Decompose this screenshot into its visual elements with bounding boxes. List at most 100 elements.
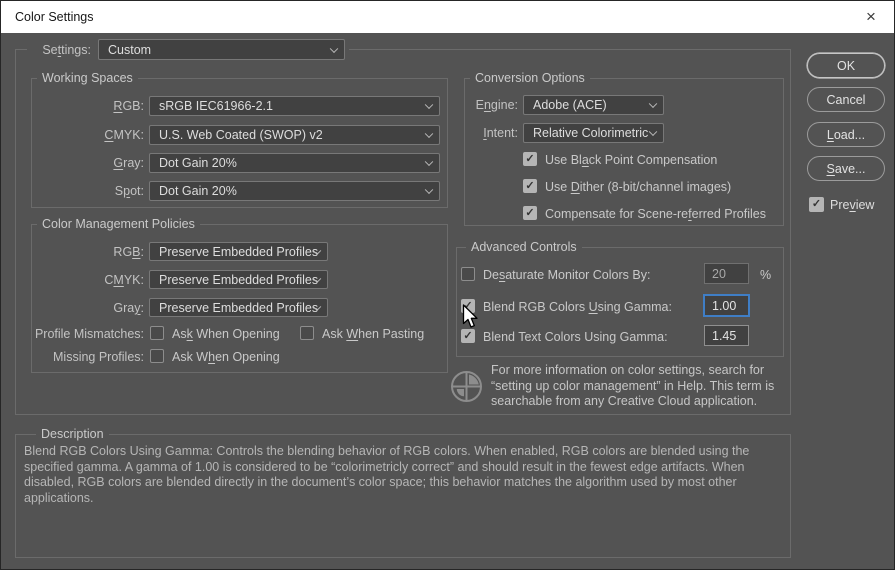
help-info-text: For more information on color settings, … — [491, 363, 775, 408]
intent-label: Intent: — [483, 126, 518, 140]
description-text: Blend RGB Colors Using Gamma: Controls t… — [24, 444, 750, 505]
missing-ask-when-opening-checkbox[interactable] — [150, 349, 164, 363]
blend-rgb-gamma-field[interactable]: 1.00 — [704, 295, 749, 316]
desaturate-monitor-label[interactable]: Desaturate Monitor Colors By: — [483, 267, 650, 283]
working-spaces-group: Working Spaces RGB: sRGB IEC61966-2.1 CM… — [31, 70, 448, 208]
desaturate-percent-field[interactable]: 20 — [704, 263, 749, 284]
missing-ask-when-opening-label[interactable]: Ask When Opening — [172, 349, 280, 365]
chevron-down-icon — [424, 129, 434, 139]
profile-mismatches-label: Profile Mismatches: — [34, 327, 144, 341]
engine-value: Adobe (ACE) — [533, 98, 607, 112]
check-icon: ✓ — [525, 152, 535, 165]
scene-referred-profiles-checkbox[interactable]: ✓ — [523, 206, 537, 220]
conversion-options-group: Conversion Options Engine: Adobe (ACE) I… — [464, 70, 784, 226]
policies-legend: Color Management Policies — [37, 216, 200, 232]
close-icon: × — [866, 7, 876, 26]
dialog-body: Settings: Custom Working Spaces RGB: sRG… — [1, 33, 894, 569]
cmp-gray-label: Gray: — [113, 301, 144, 315]
blend-rgb-gamma-checkbox[interactable]: ✓ — [461, 299, 475, 313]
save-button-label: Save... — [826, 161, 866, 176]
blend-text-gamma-value: 1.45 — [712, 328, 737, 343]
check-icon: ✓ — [463, 299, 473, 312]
black-point-compensation-checkbox[interactable]: ✓ — [523, 152, 537, 166]
ws-spot-label: Spot: — [114, 184, 144, 198]
use-dither-checkbox[interactable]: ✓ — [523, 179, 537, 193]
settings-row: Settings: Custom — [27, 37, 349, 63]
ask-when-opening-label[interactable]: Ask When Opening — [172, 326, 280, 342]
cancel-button[interactable]: Cancel — [807, 87, 885, 112]
cmp-cmyk-dropdown[interactable]: Preserve Embedded Profiles — [149, 270, 328, 289]
ws-gray-dropdown[interactable]: Dot Gain 20% — [149, 153, 440, 173]
cmp-rgb-label: RGB: — [113, 245, 144, 259]
cmp-cmyk-label: CMYK: — [104, 273, 144, 287]
blend-rgb-gamma-label[interactable]: Blend RGB Colors Using Gamma: — [483, 299, 672, 315]
preview-checkbox[interactable]: ✓ — [809, 197, 824, 212]
chevron-down-icon — [648, 99, 658, 109]
check-icon: ✓ — [525, 179, 535, 192]
ok-button-label: OK — [836, 58, 856, 73]
conversion-options-legend: Conversion Options — [470, 70, 590, 86]
ask-when-opening-checkbox[interactable] — [150, 326, 164, 340]
cmp-cmyk-value: Preserve Embedded Profiles — [159, 272, 319, 287]
ok-button[interactable]: OK — [807, 53, 885, 78]
intent-value: Relative Colorimetric — [533, 126, 649, 140]
check-icon: ✓ — [811, 198, 822, 210]
settings-dropdown-value: Custom — [108, 42, 152, 57]
settings-dropdown[interactable]: Custom — [98, 39, 345, 60]
title-bar[interactable]: Color Settings × — [1, 1, 894, 33]
ws-gray-value: Dot Gain 20% — [159, 156, 237, 170]
description-legend: Description — [36, 426, 109, 442]
ask-when-pasting-label[interactable]: Ask When Pasting — [322, 326, 424, 342]
blend-text-gamma-field[interactable]: 1.45 — [704, 325, 749, 346]
blend-text-gamma-label[interactable]: Blend Text Colors Using Gamma: — [483, 329, 668, 345]
missing-profiles-label: Missing Profiles: — [53, 350, 144, 364]
black-point-compensation-label[interactable]: Use Black Point Compensation — [545, 152, 717, 168]
color-management-policies-group: Color Management Policies RGB: Preserve … — [31, 216, 448, 373]
cmp-rgb-value: Preserve Embedded Profiles — [159, 244, 319, 259]
ws-rgb-value: sRGB IEC61966-2.1 — [159, 99, 273, 113]
preview-label[interactable]: Preview — [830, 197, 874, 213]
cmp-rgb-dropdown[interactable]: Preserve Embedded Profiles — [149, 242, 328, 261]
chevron-down-icon — [424, 100, 434, 110]
check-icon: ✓ — [525, 206, 535, 219]
load-button[interactable]: Load... — [807, 122, 885, 147]
blend-text-gamma-checkbox[interactable]: ✓ — [461, 329, 475, 343]
use-dither-label[interactable]: Use Dither (8-bit/channel images) — [545, 179, 731, 195]
chevron-down-icon — [648, 127, 658, 137]
ws-cmyk-value: U.S. Web Coated (SWOP) v2 — [159, 128, 323, 142]
cancel-button-label: Cancel — [826, 92, 866, 107]
scene-referred-profiles-label[interactable]: Compensate for Scene-referred Profiles — [545, 206, 766, 222]
load-button-label: Load... — [826, 127, 866, 142]
blend-rgb-gamma-value: 1.00 — [712, 298, 737, 313]
advanced-controls-group: Advanced Controls Desaturate Monitor Col… — [456, 239, 784, 357]
ws-rgb-label: RGB: — [113, 99, 144, 113]
engine-dropdown[interactable]: Adobe (ACE) — [523, 95, 664, 115]
description-group: Description Blend RGB Colors Using Gamma… — [15, 426, 791, 558]
percent-unit-label: % — [760, 268, 772, 282]
advanced-controls-legend: Advanced Controls — [466, 239, 582, 255]
ws-rgb-dropdown[interactable]: sRGB IEC61966-2.1 — [149, 96, 440, 116]
color-management-sphere-icon — [450, 370, 483, 406]
ws-cmyk-label: CMYK: — [104, 128, 144, 142]
color-settings-dialog: Color Settings × Settings: Custom Workin… — [0, 0, 895, 570]
working-spaces-legend: Working Spaces — [37, 70, 138, 86]
desaturate-percent-value: 20 — [712, 266, 726, 281]
cmp-gray-value: Preserve Embedded Profiles — [159, 300, 319, 315]
window-title: Color Settings — [15, 10, 94, 24]
ws-cmyk-dropdown[interactable]: U.S. Web Coated (SWOP) v2 — [149, 125, 440, 145]
check-icon: ✓ — [463, 329, 473, 342]
chevron-down-icon — [424, 185, 434, 195]
ws-spot-value: Dot Gain 20% — [159, 184, 237, 198]
close-button[interactable]: × — [848, 1, 894, 33]
chevron-down-icon — [424, 157, 434, 167]
ws-spot-dropdown[interactable]: Dot Gain 20% — [149, 181, 440, 201]
settings-label: Settings: — [42, 43, 91, 57]
intent-dropdown[interactable]: Relative Colorimetric — [523, 123, 664, 143]
desaturate-monitor-checkbox[interactable] — [461, 267, 475, 281]
save-button[interactable]: Save... — [807, 156, 885, 181]
ask-when-pasting-checkbox[interactable] — [300, 326, 314, 340]
engine-label: Engine: — [475, 98, 518, 112]
chevron-down-icon — [329, 44, 339, 53]
cmp-gray-dropdown[interactable]: Preserve Embedded Profiles — [149, 298, 328, 317]
ws-gray-label: Gray: — [113, 156, 144, 170]
